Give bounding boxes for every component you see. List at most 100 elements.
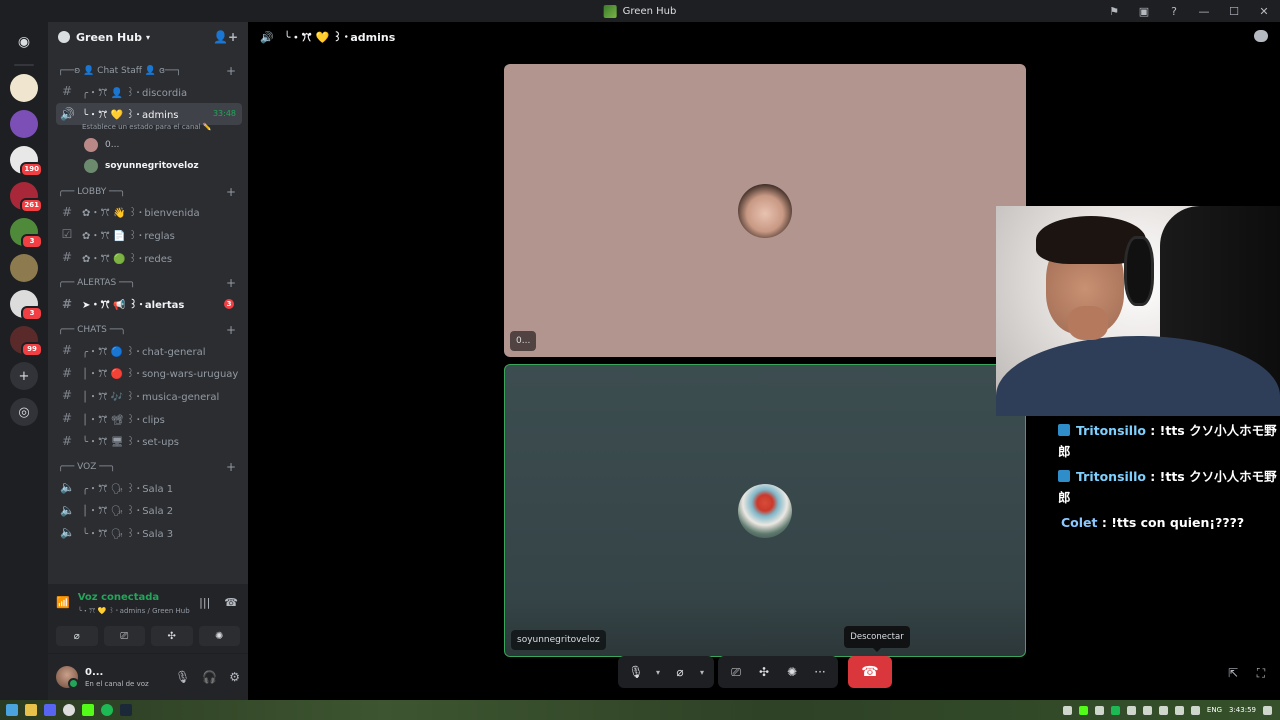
- user-name[interactable]: 0...: [85, 667, 149, 678]
- disconnect-icon[interactable]: ☎: [224, 596, 238, 609]
- channel-item[interactable]: # ➤・ꔫ 📢 ꒱・alertas 3: [56, 292, 242, 315]
- disconnect-tooltip: Desconectar: [844, 626, 910, 652]
- pop-out-icon[interactable]: ⇱: [1226, 666, 1240, 680]
- invite-people-icon[interactable]: 👤+: [213, 30, 238, 44]
- noise-suppression-icon[interactable]: |||: [199, 596, 210, 609]
- voice-user[interactable]: soyunnegritoveloz: [56, 156, 242, 177]
- headphones-icon[interactable]: 🎧: [202, 670, 217, 684]
- microphone-icon[interactable]: 🎙: [175, 670, 190, 684]
- participant-tile-speaking[interactable]: soyunnegritoveloz: [504, 364, 1026, 657]
- language-indicator[interactable]: ENG: [1207, 706, 1222, 714]
- tray-icon[interactable]: [1142, 705, 1152, 715]
- channel-item[interactable]: 🔈 ╰・ꔫ 🗣 ꒱・Sala 3: [56, 521, 242, 544]
- discord-icon[interactable]: [44, 704, 56, 716]
- create-channel-icon[interactable]: +: [226, 323, 236, 337]
- activities-icon[interactable]: ✣: [750, 658, 778, 686]
- server-icon[interactable]: [10, 254, 38, 282]
- signal-icon[interactable]: 📶: [56, 596, 70, 609]
- channel-category[interactable]: ╭── ALERTAS ──╮ +: [56, 274, 242, 292]
- channel-item[interactable]: # ✿・ꔫ 👋 ꒱・bienvenida: [56, 201, 242, 224]
- activities-button[interactable]: ✣: [151, 626, 193, 646]
- fullscreen-icon[interactable]: ⛶: [1254, 666, 1268, 680]
- microphone-icon[interactable]: 🎙: [622, 658, 650, 686]
- camera-off-icon[interactable]: ⌀: [666, 658, 694, 686]
- chevron-down-icon[interactable]: ▾: [694, 658, 710, 686]
- create-channel-icon[interactable]: +: [226, 276, 236, 290]
- tray-icon[interactable]: [1126, 705, 1136, 715]
- voice-status-title[interactable]: Voz conectada: [78, 592, 190, 603]
- channel-item[interactable]: # ╭・ꔫ 👤 ꒱・discordia: [56, 80, 242, 103]
- tray-icon[interactable]: [1110, 705, 1120, 715]
- channel-item[interactable]: # ✿・ꔫ 🟢 ꒱・redes: [56, 246, 242, 269]
- folder-icon[interactable]: [25, 704, 37, 716]
- channel-item[interactable]: # ╭・ꔫ 🔵 ꒱・chat-general: [56, 339, 242, 362]
- disconnect-button[interactable]: ☎: [848, 656, 892, 688]
- spotify-icon[interactable]: [101, 704, 113, 716]
- soundboard-icon[interactable]: ✺: [778, 658, 806, 686]
- server-icon[interactable]: [10, 110, 38, 138]
- more-options-icon[interactable]: ···: [806, 658, 834, 686]
- server-icon[interactable]: [10, 74, 38, 102]
- server-name: Green Hub: [76, 30, 142, 44]
- avatar: [84, 138, 98, 153]
- discord-home-icon[interactable]: ◉: [10, 28, 38, 56]
- voice-status-subtitle[interactable]: ╰・ꔫ 💛 ꒱・admins / Green Hub: [78, 605, 190, 616]
- inbox-icon[interactable]: ▣: [1136, 3, 1152, 19]
- soundboard-button[interactable]: ✺: [198, 626, 240, 646]
- channel-item[interactable]: # │・ꔫ 🔴 ꒱・song-wars-uruguay: [56, 362, 242, 385]
- wifi-icon[interactable]: [1174, 705, 1184, 715]
- chat-bubble-icon[interactable]: [1254, 30, 1268, 42]
- text-channel-icon: #: [61, 250, 73, 265]
- volume-icon[interactable]: [1190, 705, 1200, 715]
- camera-off-button[interactable]: ⌀: [56, 626, 98, 646]
- help-icon[interactable]: ?: [1166, 3, 1182, 19]
- voice-user[interactable]: 0...: [56, 135, 242, 156]
- participant-tile[interactable]: 0...: [504, 64, 1026, 357]
- create-channel-icon[interactable]: +: [226, 185, 236, 199]
- channel-category[interactable]: ╭── LOBBY ──╮ +: [56, 183, 242, 201]
- gear-icon[interactable]: ⚙: [229, 670, 240, 684]
- channel-item[interactable]: # │・ꔫ 📽 ꒱・clips: [56, 407, 242, 430]
- flag-icon[interactable]: ⚑: [1106, 3, 1122, 19]
- server-icon[interactable]: 99: [10, 326, 43, 357]
- channel-item[interactable]: ☑ ✿・ꔫ 📄 ꒱・reglas: [56, 223, 242, 246]
- tray-icon[interactable]: [1094, 705, 1104, 715]
- server-header[interactable]: Green Hub ▾ 👤+: [48, 22, 248, 52]
- channel-item[interactable]: 🔈 │・ꔫ 🗣 ꒱・Sala 2: [56, 499, 242, 522]
- tray-icon[interactable]: [1078, 705, 1088, 715]
- server-icon[interactable]: 190: [10, 146, 43, 177]
- channel-item[interactable]: # │・ꔫ 🎶 ꒱・musica-general: [56, 384, 242, 407]
- battery-icon[interactable]: [1158, 705, 1168, 715]
- channel-status[interactable]: Establece un estado para el canal ✏️: [56, 123, 242, 135]
- discover-icon[interactable]: ◎: [10, 398, 38, 426]
- clock[interactable]: 3:43:59: [1229, 706, 1256, 714]
- channel-category[interactable]: ┌──ʚ 👤 Chat Staff 👤 ɞ──┐ +: [56, 62, 242, 80]
- share-screen-button[interactable]: ⎚: [103, 626, 145, 646]
- channel-category[interactable]: ╭── VOZ ──╮ +: [56, 458, 242, 476]
- channel-item[interactable]: 🔈 ╭・ꔫ 🗣 ꒱・Sala 1: [56, 476, 242, 499]
- webcam-streamer-hand: [1068, 306, 1108, 340]
- notification-icon[interactable]: [1263, 705, 1272, 715]
- channel-item[interactable]: 🔊 ╰・ꔫ 💛 ꒱・admins 33:48: [56, 102, 242, 125]
- server-icon[interactable]: 3: [10, 290, 43, 321]
- steam-icon[interactable]: [120, 704, 132, 716]
- create-channel-icon[interactable]: +: [226, 64, 236, 78]
- channel-item[interactable]: # ╰・ꔫ 🖥 ꒱・set-ups: [56, 429, 242, 452]
- server-icon[interactable]: 261: [10, 182, 43, 213]
- minimize-button[interactable]: —: [1196, 3, 1212, 19]
- avatar[interactable]: [56, 666, 79, 689]
- kick-icon[interactable]: [82, 704, 94, 716]
- chevron-down-icon[interactable]: ▾: [650, 658, 666, 686]
- mention-badge: 99: [21, 342, 43, 357]
- server-icon[interactable]: 3: [10, 218, 43, 249]
- start-icon[interactable]: [6, 704, 18, 716]
- maximize-button[interactable]: ☐: [1226, 3, 1242, 19]
- create-channel-icon[interactable]: +: [226, 460, 236, 474]
- share-screen-icon[interactable]: ⎚: [722, 658, 750, 686]
- add-server-icon[interactable]: +: [10, 362, 38, 390]
- obs-icon[interactable]: [63, 704, 75, 716]
- tray-icon[interactable]: [1062, 705, 1072, 715]
- channel-category[interactable]: ╭── CHATS ──╮ +: [56, 321, 242, 339]
- close-button[interactable]: ✕: [1256, 3, 1272, 19]
- voice-connection-panel: 📶 Voz conectada ╰・ꔫ 💛 ꒱・admins / Green H…: [48, 584, 248, 654]
